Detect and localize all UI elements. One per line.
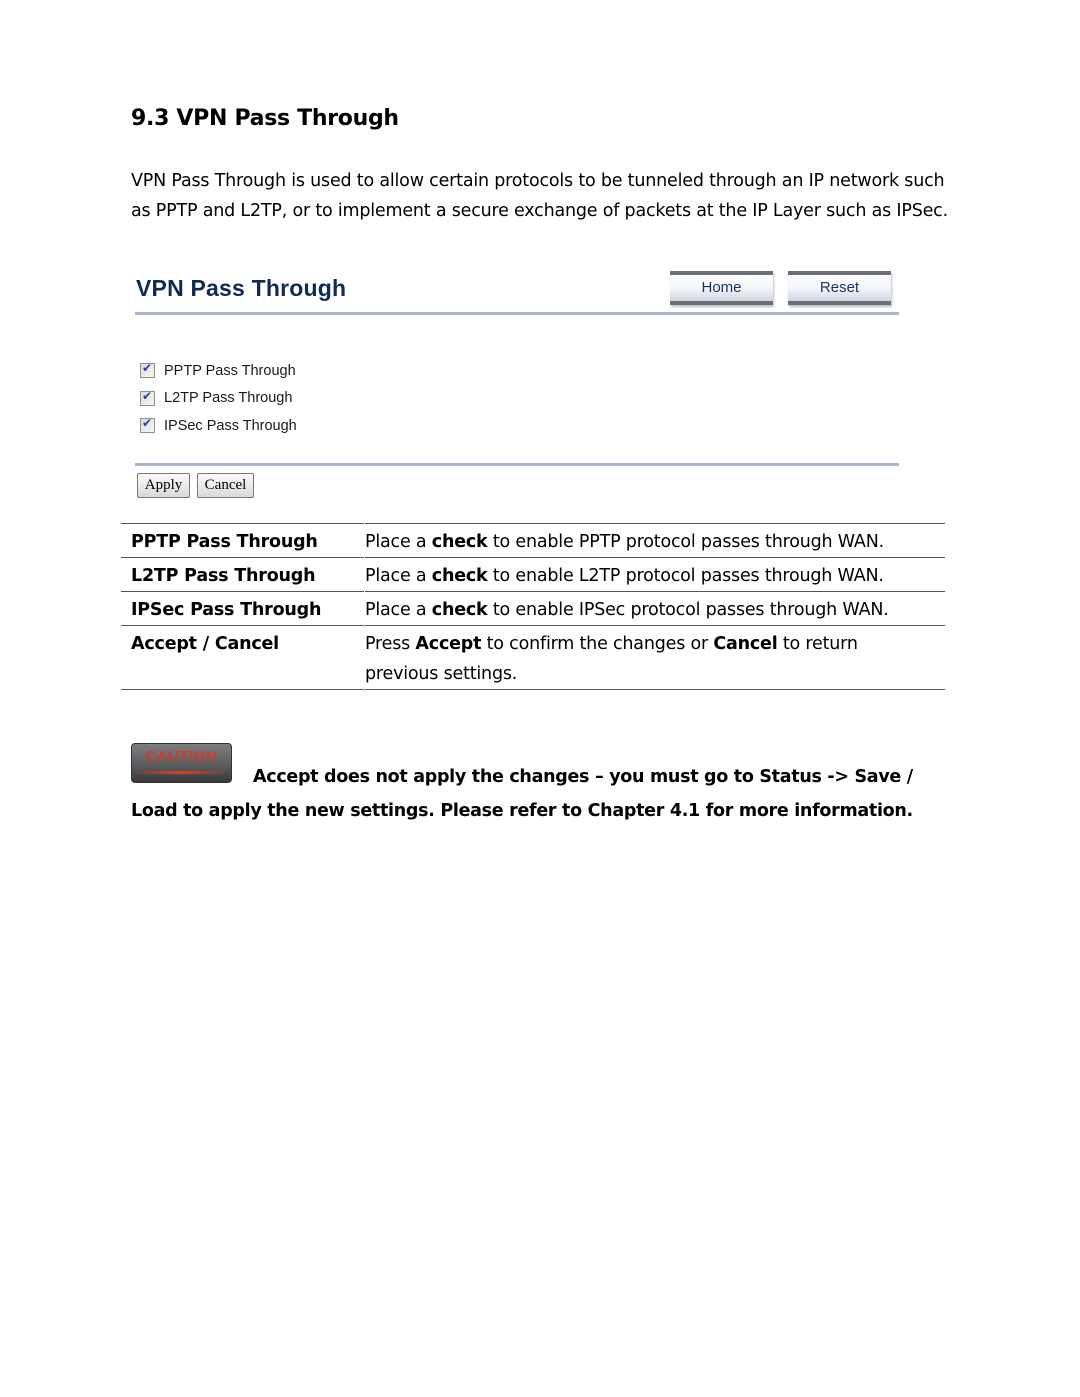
vpn-passthrough-screenshot: VPN Pass Through Home Reset PPTP Pass Th…: [130, 265, 905, 505]
option-pptp[interactable]: PPTP Pass Through: [140, 357, 297, 385]
term-cell: IPSec Pass Through: [131, 600, 322, 620]
apply-button[interactable]: Apply: [137, 473, 190, 498]
option-ipsec[interactable]: IPSec Pass Through: [140, 412, 297, 440]
checkbox-ipsec-checked-icon[interactable]: [140, 416, 155, 434]
def-bold: check: [431, 566, 488, 586]
table-row: L2TP Pass Through Place a check to enabl…: [121, 557, 945, 592]
def-text: to enable PPTP protocol passes through W…: [487, 532, 884, 552]
def-text: to enable L2TP protocol passes through W…: [487, 566, 884, 586]
definition-cell: Place a check to enable PPTP protocol pa…: [364, 523, 945, 558]
def-text: Place a: [365, 566, 432, 586]
option-label: IPSec Pass Through: [164, 417, 297, 434]
def-bold: check: [431, 600, 488, 620]
checkbox-pptp-checked-icon[interactable]: [140, 361, 155, 379]
def-text: to confirm the changes or: [481, 634, 714, 654]
option-list: PPTP Pass Through L2TP Pass Through IPSe…: [140, 357, 297, 440]
cancel-button[interactable]: Cancel: [197, 473, 254, 498]
definition-cell: Place a check to enable IPSec protocol p…: [364, 591, 945, 626]
def-bold: check: [431, 532, 488, 552]
table-row: IPSec Pass Through Place a check to enab…: [121, 591, 945, 626]
header-divider: [135, 312, 899, 315]
option-label: L2TP Pass Through: [164, 390, 293, 407]
checkbox-l2tp-checked-icon[interactable]: [140, 389, 155, 406]
reset-button[interactable]: Reset: [788, 271, 891, 305]
table-row: Accept / Cancel Press Accept to confirm …: [121, 625, 945, 690]
footer-divider: [135, 463, 899, 466]
option-label: PPTP Pass Through: [164, 362, 296, 379]
def-bold: Accept: [415, 634, 482, 654]
table-row: PPTP Pass Through Place a check to enabl…: [121, 523, 945, 558]
term-cell: PPTP Pass Through: [131, 532, 318, 552]
ui-page-title: VPN Pass Through: [136, 275, 347, 301]
def-text: Press: [365, 634, 416, 654]
caution-text: Accept does not apply the changes – you …: [131, 767, 913, 821]
description-table: PPTP Pass Through Place a check to enabl…: [121, 523, 945, 690]
def-text: Place a: [365, 532, 432, 552]
option-l2tp[interactable]: L2TP Pass Through: [140, 385, 297, 413]
def-bold: Cancel: [713, 634, 778, 654]
term-cell: L2TP Pass Through: [131, 566, 316, 586]
def-text: to enable IPSec protocol passes through …: [487, 600, 889, 620]
intro-paragraph: VPN Pass Through is used to allow certai…: [131, 171, 948, 221]
term-cell: Accept / Cancel: [131, 634, 279, 654]
home-button[interactable]: Home: [670, 271, 773, 305]
definition-cell: Place a check to enable L2TP protocol pa…: [364, 557, 945, 592]
section-title: 9.3 VPN Pass Through: [131, 106, 399, 131]
definition-cell: Press Accept to confirm the changes or C…: [364, 625, 945, 690]
def-text: Place a: [365, 600, 432, 620]
